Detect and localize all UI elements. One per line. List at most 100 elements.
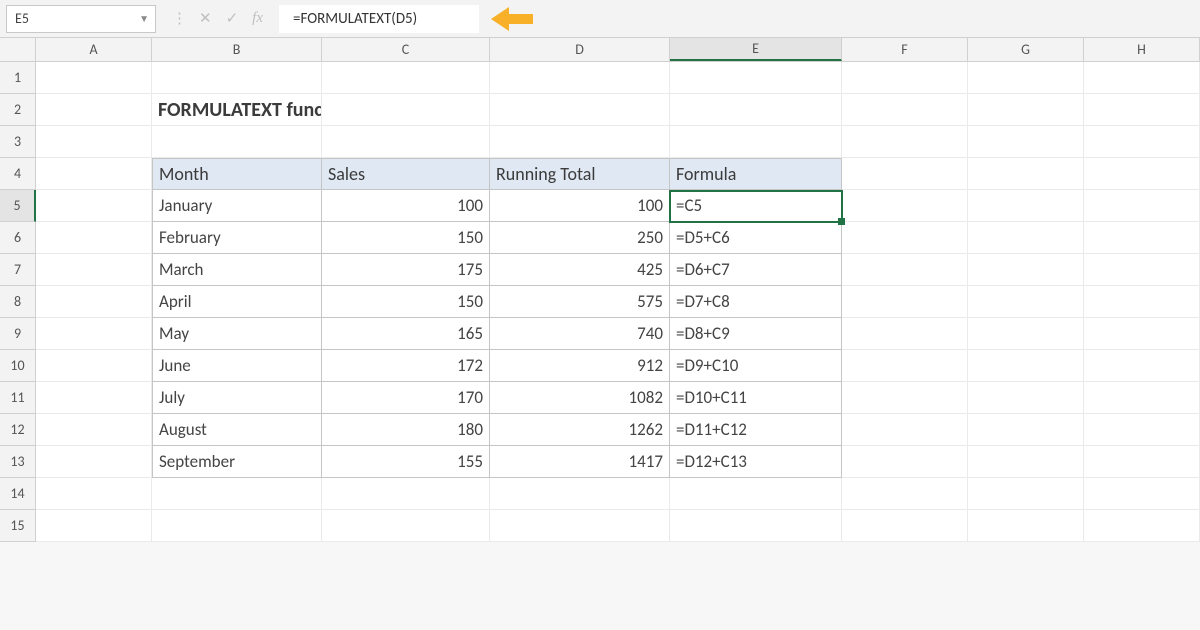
cell-G4[interactable] (968, 158, 1084, 190)
cell-E8[interactable]: =D7+C8 (670, 286, 842, 318)
cell-G6[interactable] (968, 222, 1084, 254)
cell-G8[interactable] (968, 286, 1084, 318)
cell-C10[interactable]: 172 (322, 350, 490, 382)
row-header-8[interactable]: 8 (0, 286, 36, 318)
cell-H6[interactable] (1084, 222, 1200, 254)
row-header-14[interactable]: 14 (0, 478, 36, 510)
cell-A2[interactable] (36, 94, 152, 126)
cell-D3[interactable] (490, 126, 670, 158)
cell-A13[interactable] (36, 446, 152, 478)
cell-D13[interactable]: 1417 (490, 446, 670, 478)
cell-C12[interactable]: 180 (322, 414, 490, 446)
cell-B3[interactable] (152, 126, 322, 158)
col-header-B[interactable]: B (152, 38, 322, 61)
cell-D5[interactable]: 100 (490, 190, 670, 222)
cell-E9[interactable]: =D8+C9 (670, 318, 842, 350)
cell-D15[interactable] (490, 510, 670, 542)
cell-G2[interactable] (968, 94, 1084, 126)
enter-icon[interactable]: ✓ (226, 9, 239, 28)
row-header-3[interactable]: 3 (0, 126, 36, 158)
cell-B2[interactable]: FORMULATEXT function (152, 94, 322, 126)
cell-B14[interactable] (152, 478, 322, 510)
cell-B4[interactable]: Month (152, 158, 322, 190)
cell-F1[interactable] (842, 62, 968, 94)
row-header-9[interactable]: 9 (0, 318, 36, 350)
cell-G3[interactable] (968, 126, 1084, 158)
cell-A8[interactable] (36, 286, 152, 318)
cell-G14[interactable] (968, 478, 1084, 510)
cell-F6[interactable] (842, 222, 968, 254)
cell-G5[interactable] (968, 190, 1084, 222)
row-header-12[interactable]: 12 (0, 414, 36, 446)
col-header-E[interactable]: E (670, 38, 842, 61)
select-all-corner[interactable] (0, 38, 36, 61)
cell-D11[interactable]: 1082 (490, 382, 670, 414)
cell-E13[interactable]: =D12+C13 (670, 446, 842, 478)
row-header-10[interactable]: 10 (0, 350, 36, 382)
cell-F15[interactable] (842, 510, 968, 542)
cell-C14[interactable] (322, 478, 490, 510)
cell-F4[interactable] (842, 158, 968, 190)
cell-G7[interactable] (968, 254, 1084, 286)
row-header-4[interactable]: 4 (0, 158, 36, 190)
col-header-G[interactable]: G (968, 38, 1084, 61)
cell-G11[interactable] (968, 382, 1084, 414)
cell-D10[interactable]: 912 (490, 350, 670, 382)
cell-G10[interactable] (968, 350, 1084, 382)
cell-G1[interactable] (968, 62, 1084, 94)
cell-B6[interactable]: February (152, 222, 322, 254)
cell-B11[interactable]: July (152, 382, 322, 414)
col-header-C[interactable]: C (322, 38, 490, 61)
col-header-H[interactable]: H (1084, 38, 1200, 61)
col-header-A[interactable]: A (36, 38, 152, 61)
cell-A1[interactable] (36, 62, 152, 94)
cell-A15[interactable] (36, 510, 152, 542)
fx-icon[interactable]: fx (252, 10, 263, 27)
cell-H11[interactable] (1084, 382, 1200, 414)
cell-A11[interactable] (36, 382, 152, 414)
cell-C15[interactable] (322, 510, 490, 542)
cancel-icon[interactable]: ✕ (199, 9, 212, 28)
row-header-6[interactable]: 6 (0, 222, 36, 254)
cell-F13[interactable] (842, 446, 968, 478)
cell-A3[interactable] (36, 126, 152, 158)
row-header-7[interactable]: 7 (0, 254, 36, 286)
cell-E2[interactable] (670, 94, 842, 126)
worksheet-grid[interactable]: ABCDEFGH 12FORMULATEXT function34MonthSa… (0, 38, 1200, 542)
cell-A10[interactable] (36, 350, 152, 382)
cell-D9[interactable]: 740 (490, 318, 670, 350)
cell-E5[interactable]: =C5 (670, 190, 842, 222)
row-header-15[interactable]: 15 (0, 510, 36, 542)
cell-D4[interactable]: Running Total (490, 158, 670, 190)
cell-B15[interactable] (152, 510, 322, 542)
row-header-1[interactable]: 1 (0, 62, 36, 94)
cell-G13[interactable] (968, 446, 1084, 478)
cell-B12[interactable]: August (152, 414, 322, 446)
cell-C1[interactable] (322, 62, 490, 94)
cell-E1[interactable] (670, 62, 842, 94)
cell-A5[interactable] (36, 190, 152, 222)
cell-E14[interactable] (670, 478, 842, 510)
cell-D2[interactable] (490, 94, 670, 126)
cell-E4[interactable]: Formula (670, 158, 842, 190)
cell-B7[interactable]: March (152, 254, 322, 286)
cell-H3[interactable] (1084, 126, 1200, 158)
cell-C4[interactable]: Sales (322, 158, 490, 190)
cell-C5[interactable]: 100 (322, 190, 490, 222)
cell-F11[interactable] (842, 382, 968, 414)
cell-C2[interactable] (322, 94, 490, 126)
cell-F2[interactable] (842, 94, 968, 126)
chevron-down-icon[interactable]: ▼ (139, 12, 149, 25)
cell-A12[interactable] (36, 414, 152, 446)
cell-F12[interactable] (842, 414, 968, 446)
cell-C7[interactable]: 175 (322, 254, 490, 286)
cell-E3[interactable] (670, 126, 842, 158)
cell-E7[interactable]: =D6+C7 (670, 254, 842, 286)
cell-H7[interactable] (1084, 254, 1200, 286)
cell-B10[interactable]: June (152, 350, 322, 382)
cell-H14[interactable] (1084, 478, 1200, 510)
cell-H12[interactable] (1084, 414, 1200, 446)
cell-A14[interactable] (36, 478, 152, 510)
cell-F8[interactable] (842, 286, 968, 318)
cell-E12[interactable]: =D11+C12 (670, 414, 842, 446)
